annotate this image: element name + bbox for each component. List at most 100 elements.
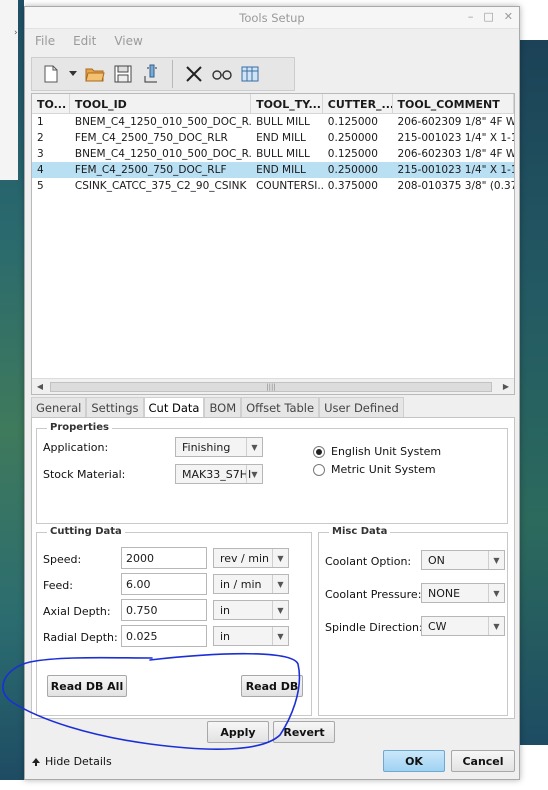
title-bar[interactable]: Tools Setup – □ ✕ xyxy=(25,7,519,29)
scroll-track[interactable]: |||| xyxy=(48,381,498,392)
tab-cut-data[interactable]: Cut Data xyxy=(143,397,205,418)
table-header: TO... TOOL_ID TOOL_TY... CUTTER_... TOOL… xyxy=(32,94,514,114)
cell-tool-id: FEM_C4_2500_750_DOC_RLF xyxy=(74,164,227,176)
cancel-button[interactable]: Cancel xyxy=(451,750,515,772)
delete-icon[interactable] xyxy=(183,63,205,85)
speed-input[interactable]: 2000 xyxy=(121,547,207,569)
revert-button[interactable]: Revert xyxy=(273,721,335,743)
cell-tool-number: 2 xyxy=(37,132,44,144)
properties-title: Properties xyxy=(47,422,112,433)
coolant-option-label: Coolant Option: xyxy=(325,555,412,568)
cell-cutter: 0.125000 xyxy=(327,148,378,160)
table-icon[interactable] xyxy=(239,63,261,85)
english-unit-radio[interactable] xyxy=(313,446,325,458)
table-row[interactable]: 2 FEM_C4_2500_750_DOC_RLR END MILL 0.250… xyxy=(32,130,514,146)
chevron-down-icon[interactable]: ▼ xyxy=(272,627,288,645)
radial-depth-input[interactable]: 0.025 xyxy=(121,625,207,647)
spindle-direction-select[interactable]: CW ▼ xyxy=(421,616,505,636)
desktop-background-right xyxy=(520,0,548,745)
metric-unit-label: Metric Unit System xyxy=(331,463,436,476)
metric-unit-radio[interactable] xyxy=(313,464,325,476)
cell-tool-comment: 206-602309 1/8" 4F WI xyxy=(397,116,514,128)
column-header-cutter[interactable]: CUTTER_... xyxy=(323,94,393,113)
column-header-tool-comment[interactable]: TOOL_COMMENT xyxy=(393,94,514,113)
menu-view[interactable]: View xyxy=(114,34,142,48)
cell-tool-type: BULL MILL xyxy=(256,148,310,160)
cell-tool-type: BULL MILL xyxy=(256,116,310,128)
table-row[interactable]: 3 BNEM_C4_1250_010_500_DOC_R... BULL MIL… xyxy=(32,146,514,162)
menu-edit[interactable]: Edit xyxy=(73,34,96,48)
chevron-down-icon[interactable]: ▼ xyxy=(272,601,288,619)
tools-setup-window: Tools Setup – □ ✕ File Edit View TO... T… xyxy=(24,6,520,780)
speed-label: Speed: xyxy=(43,553,82,566)
cell-tool-comment: 208-010375 3/8" (0.375 xyxy=(397,180,514,192)
radial-depth-unit-select[interactable]: in ▼ xyxy=(213,626,289,646)
menu-file[interactable]: File xyxy=(35,34,55,48)
tab-bar: General Settings Cut Data BOM Offset Tab… xyxy=(31,397,404,418)
column-header-tool-type[interactable]: TOOL_TY... xyxy=(251,94,323,113)
new-file-icon[interactable] xyxy=(40,63,62,85)
cell-tool-id: CSINK_CATCC_375_C2_90_CSINK xyxy=(74,180,247,192)
feed-unit-select[interactable]: in / min ▼ xyxy=(213,574,289,594)
stock-material-label: Stock Material: xyxy=(43,468,126,481)
close-icon[interactable]: ✕ xyxy=(504,10,513,23)
speed-unit-select[interactable]: rev / min ▼ xyxy=(213,548,289,568)
dropdown-icon[interactable] xyxy=(68,63,78,85)
tab-user-defined[interactable]: User Defined xyxy=(319,397,404,417)
table-row[interactable]: 1 BNEM_C4_1250_010_500_DOC_R... BULL MIL… xyxy=(32,114,514,130)
table-row-selected[interactable]: 4 FEM_C4_2500_750_DOC_RLF END MILL 0.250… xyxy=(32,162,514,178)
toolbar xyxy=(31,57,295,91)
minimize-icon[interactable]: – xyxy=(468,10,474,23)
spindle-direction-label: Spindle Direction: xyxy=(325,621,423,634)
application-label: Application: xyxy=(43,441,109,454)
column-header-tool-number[interactable]: TO... xyxy=(32,94,70,113)
chevron-down-icon[interactable]: ▼ xyxy=(246,465,262,483)
apply-button[interactable]: Apply xyxy=(207,721,269,743)
view-icon[interactable] xyxy=(211,63,233,85)
open-folder-icon[interactable] xyxy=(84,63,106,85)
cell-tool-number: 1 xyxy=(37,116,44,128)
menu-bar: File Edit View xyxy=(25,29,519,53)
stock-material-select[interactable]: MAK33_S7HI ▼ xyxy=(175,464,263,484)
column-header-tool-id[interactable]: TOOL_ID xyxy=(70,94,252,113)
scroll-thumb[interactable]: |||| xyxy=(50,381,492,392)
cell-tool-comment: 206-602303 1/8" 4F WI xyxy=(397,148,514,160)
chevron-down-icon[interactable]: ▼ xyxy=(272,575,288,593)
save-icon[interactable] xyxy=(112,63,134,85)
read-db-all-button[interactable]: Read DB All xyxy=(47,675,127,697)
insert-tool-icon[interactable] xyxy=(140,63,162,85)
chevron-down-icon[interactable]: ▼ xyxy=(272,549,288,567)
hide-details-toggle[interactable]: Hide Details xyxy=(31,755,112,768)
speed-unit-value: rev / min xyxy=(220,551,270,565)
cell-tool-type: END MILL xyxy=(256,132,306,144)
chevron-down-icon[interactable]: ▼ xyxy=(488,584,504,602)
axial-depth-unit-select[interactable]: in ▼ xyxy=(213,600,289,620)
application-select[interactable]: Finishing ▼ xyxy=(175,437,263,457)
coolant-option-select[interactable]: ON ▼ xyxy=(421,550,505,570)
read-db-button[interactable]: Read DB xyxy=(241,675,303,697)
tools-table: TO... TOOL_ID TOOL_TY... CUTTER_... TOOL… xyxy=(31,93,515,395)
chevron-down-icon[interactable]: ▼ xyxy=(246,438,262,456)
tab-general[interactable]: General xyxy=(31,397,87,417)
cell-tool-comment: 215-001023 1/4" X 1-1/8 xyxy=(397,132,514,144)
properties-group: Properties Application: Finishing ▼ Stoc… xyxy=(36,422,508,524)
axial-depth-input[interactable]: 0.750 xyxy=(121,599,207,621)
horizontal-scrollbar[interactable]: ◀ |||| ▶ xyxy=(32,378,514,394)
scroll-left-icon[interactable]: ◀ xyxy=(32,379,48,395)
scroll-right-icon[interactable]: ▶ xyxy=(498,379,514,395)
table-row[interactable]: 5 CSINK_CATCC_375_C2_90_CSINK COUNTERSI.… xyxy=(32,178,514,194)
tab-settings[interactable]: Settings xyxy=(86,397,144,417)
chevron-down-icon[interactable]: ▼ xyxy=(488,617,504,635)
spindle-direction-value: CW xyxy=(428,619,447,633)
feed-input[interactable]: 6.00 xyxy=(121,573,207,595)
ok-button[interactable]: OK xyxy=(383,750,445,772)
tab-bom[interactable]: BOM xyxy=(204,397,242,417)
tab-offset-table[interactable]: Offset Table xyxy=(241,397,320,417)
cell-tool-number: 5 xyxy=(37,180,44,192)
cutting-data-title: Cutting Data xyxy=(47,526,125,537)
maximize-icon[interactable]: □ xyxy=(483,10,493,23)
radial-depth-label: Radial Depth: xyxy=(43,631,118,644)
screen: › Tools Setup – □ ✕ File Edit View TO...… xyxy=(0,0,548,790)
coolant-pressure-select[interactable]: NONE ▼ xyxy=(421,583,505,603)
chevron-down-icon[interactable]: ▼ xyxy=(488,551,504,569)
